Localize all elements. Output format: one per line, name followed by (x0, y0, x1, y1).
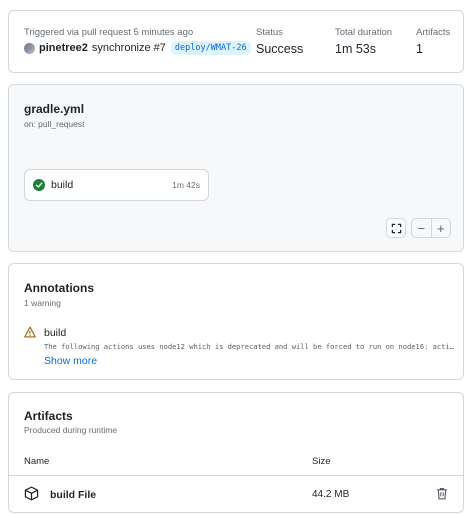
fullscreen-icon (391, 223, 401, 233)
artifacts-subtitle: Produced during runtime (24, 425, 118, 435)
package-icon (24, 486, 39, 501)
actor-link[interactable]: pinetree2 (39, 42, 88, 54)
trigger-text: Triggered via pull request 5 minutes ago (24, 27, 194, 38)
annotations-count: 1 warning (24, 298, 61, 308)
trash-icon[interactable] (436, 487, 448, 500)
artifact-size: 44.2 MB (312, 489, 350, 500)
job-build[interactable]: build 1m 42s (24, 169, 209, 201)
artifacts-title: Artifacts (24, 409, 73, 423)
alert-icon (24, 326, 36, 338)
workflow-file-title[interactable]: gradle.yml (24, 102, 84, 116)
workflow-trigger: on: pull_request (24, 119, 85, 129)
job-duration: 1m 42s (172, 180, 200, 190)
fullscreen-button[interactable] (386, 218, 406, 238)
annotations-title: Annotations (24, 281, 94, 295)
run-summary-panel: Triggered via pull request 5 minutes ago… (8, 10, 464, 73)
annotation-message: The following actions uses node12 which … (44, 342, 457, 351)
artifact-name-link[interactable]: build File (50, 489, 96, 501)
divider (9, 475, 463, 476)
branch-label[interactable]: deploy/WMAT-26 (170, 41, 251, 55)
duration-label: Total duration (335, 27, 393, 38)
column-header-name: Name (24, 456, 50, 467)
job-name: build (51, 179, 74, 191)
avatar[interactable] (24, 42, 35, 54)
show-more-link[interactable]: Show more (44, 355, 97, 367)
artifacts-panel: Artifacts Produced during runtime Name S… (8, 392, 464, 513)
workflow-graph-panel: gradle.yml on: pull_request build 1m 42s… (8, 84, 464, 252)
zoom-out-button[interactable]: − (412, 219, 431, 237)
zoom-in-button[interactable]: + (430, 219, 451, 237)
artifacts-count-label: Artifacts (416, 27, 451, 38)
column-header-size: Size (312, 456, 331, 467)
zoom-controls: − + (411, 218, 451, 238)
check-circle-fill-icon (33, 179, 45, 191)
status-value: Success (256, 42, 304, 56)
artifacts-count-value: 1 (416, 42, 423, 56)
status-label: Status (256, 27, 283, 38)
annotation-title: build (44, 327, 67, 339)
event-text: synchronize #7 (91, 42, 166, 54)
duration-value: 1m 53s (335, 42, 376, 56)
trigger-details: pinetree2 synchronize #7 deploy/WMAT-26 (24, 41, 251, 55)
annotations-panel: Annotations 1 warning build The followin… (8, 263, 464, 380)
